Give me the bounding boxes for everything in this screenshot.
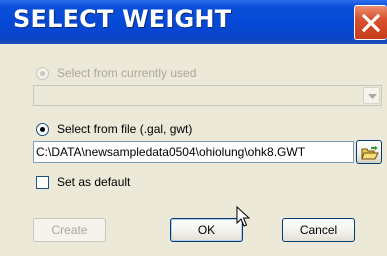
dropdown-arrow-button[interactable] (363, 87, 380, 104)
browse-button[interactable] (356, 140, 382, 164)
cancel-button[interactable]: Cancel (282, 218, 355, 242)
chevron-down-icon (368, 94, 377, 99)
radio-from-file-row[interactable]: Select from file (.gal, gwt) (36, 122, 192, 136)
window-title: SELECT WEIGHT (13, 5, 232, 33)
mouse-pointer-icon (236, 206, 250, 227)
radio-currently-used-row[interactable]: Select from currently used (36, 66, 196, 80)
radio-currently-used[interactable] (36, 66, 49, 80)
radio-from-file-label: Select from file (.gal, gwt) (57, 122, 193, 136)
set-default-checkbox[interactable] (36, 175, 49, 189)
file-path-input[interactable]: C:\DATA\newsampledata0504\ohiolung\ohk8.… (33, 141, 354, 163)
close-button[interactable] (354, 5, 387, 40)
set-default-label: Set as default (57, 175, 131, 189)
create-button[interactable]: Create (33, 218, 106, 242)
title-bar: SELECT WEIGHT (0, 0, 387, 44)
ok-button[interactable]: OK (170, 218, 243, 242)
folder-open-icon (361, 145, 379, 160)
radio-from-file[interactable] (36, 122, 49, 136)
close-icon (362, 14, 380, 32)
dialog-body: Select from currently used Select from f… (0, 44, 387, 256)
currently-used-dropdown[interactable] (33, 85, 382, 106)
radio-currently-used-label: Select from currently used (57, 66, 197, 80)
set-default-row[interactable]: Set as default (36, 175, 130, 189)
